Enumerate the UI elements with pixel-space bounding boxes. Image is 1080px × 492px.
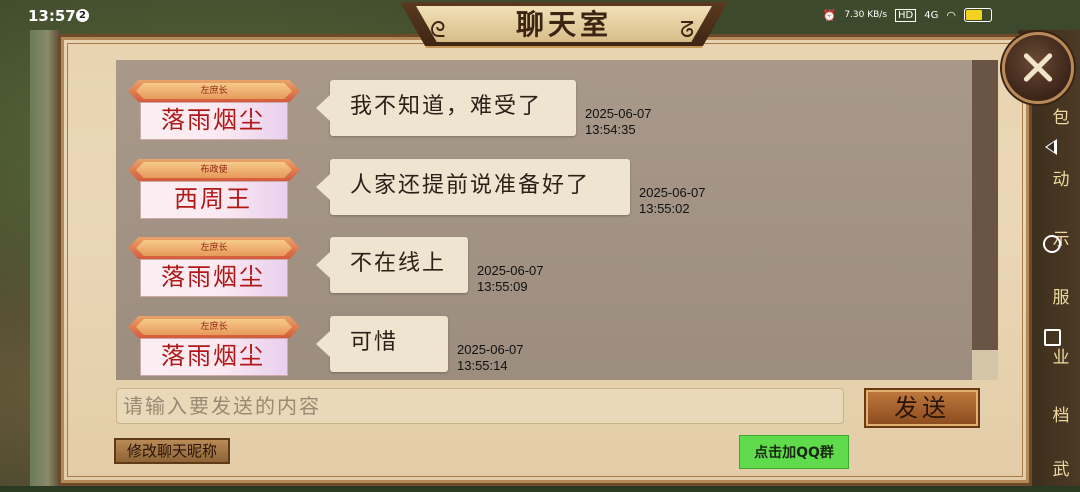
- sender-tag[interactable]: 左庶长 落雨烟尘: [128, 80, 300, 140]
- chat-message-list[interactable]: 左庶长 落雨烟尘 我不知道，难受了 2025-06-07 13:54:35 布政…: [116, 60, 998, 380]
- message-date: 2025-06-07: [639, 185, 706, 200]
- side-menu-item-4[interactable]: 服: [1046, 276, 1076, 320]
- message-time: 13:55:09: [477, 279, 528, 294]
- message-timestamp: 2025-06-07 13:55:02: [639, 185, 706, 217]
- message-time: 13:55:02: [639, 201, 690, 216]
- close-button[interactable]: [1002, 32, 1074, 104]
- chat-message: 左庶长 落雨烟尘 不在线上 2025-06-07 13:55:09: [116, 237, 986, 297]
- sender-rank: 左庶长: [200, 86, 228, 96]
- sender-rank: 布政使: [200, 165, 228, 175]
- side-menu-item-2[interactable]: 动: [1046, 158, 1076, 202]
- chat-message: 布政使 西周王 人家还提前说准备好了 2025-06-07 13:55:02: [116, 159, 986, 219]
- message-bubble: 可惜: [316, 316, 448, 372]
- message-text: 我不知道，难受了: [350, 94, 543, 119]
- wifi-icon: ◠: [946, 8, 956, 22]
- message-timestamp: 2025-06-07 13:54:35: [585, 106, 652, 138]
- rename-nickname-button[interactable]: 修改聊天昵称: [114, 438, 230, 464]
- chat-message-input[interactable]: [116, 388, 844, 424]
- sender-tag[interactable]: 左庶长 落雨烟尘: [128, 237, 300, 297]
- nav-recent-icon[interactable]: [1044, 329, 1061, 346]
- message-bubble: 人家还提前说准备好了: [316, 159, 630, 215]
- nav-home-icon[interactable]: [1043, 235, 1061, 253]
- message-date: 2025-06-07: [457, 342, 524, 357]
- message-time: 13:54:35: [585, 122, 636, 137]
- message-date: 2025-06-07: [585, 106, 652, 121]
- message-timestamp: 2025-06-07 13:55:09: [477, 263, 544, 295]
- message-text: 人家还提前说准备好了: [350, 173, 591, 198]
- join-qq-group-button[interactable]: 点击加QQ群: [739, 435, 849, 469]
- sender-name: 西周王: [174, 185, 252, 213]
- chat-scrollbar[interactable]: [972, 60, 998, 350]
- sender-name: 落雨烟尘: [161, 106, 265, 134]
- net-speed: 7.30 KB/s: [844, 10, 888, 20]
- side-menu-item-7[interactable]: 武: [1046, 448, 1076, 492]
- sender-name: 落雨烟尘: [161, 263, 265, 291]
- chat-message: 左庶长 落雨烟尘 我不知道，难受了 2025-06-07 13:54:35: [116, 80, 986, 140]
- side-menu-item-1[interactable]: 包: [1046, 96, 1076, 140]
- message-timestamp: 2025-06-07 13:55:14: [457, 342, 524, 374]
- notification-badge: 2: [76, 9, 89, 22]
- chat-scroll-track[interactable]: [972, 350, 998, 380]
- message-bubble: 我不知道，难受了: [316, 80, 576, 136]
- chat-message: 左庶长 落雨烟尘 可惜 2025-06-07 13:55:14: [116, 316, 986, 376]
- battery-icon: [964, 8, 992, 22]
- hd-icon: HD: [895, 8, 917, 22]
- status-icons: ⏰ 7.30 KB/s HD 4G ◠: [823, 8, 992, 22]
- sender-name: 落雨烟尘: [161, 342, 265, 370]
- dialog-title: 聊天室: [515, 8, 612, 41]
- map-edge-left: [30, 30, 60, 486]
- message-bubble: 不在线上: [316, 237, 468, 293]
- status-time: 13:57: [28, 7, 76, 25]
- sender-tag[interactable]: 左庶长 落雨烟尘: [128, 316, 300, 376]
- message-text: 可惜: [350, 330, 399, 355]
- message-time: 13:55:14: [457, 358, 508, 373]
- network-type: 4G: [924, 9, 939, 21]
- send-button[interactable]: 发送: [864, 388, 980, 428]
- sender-tag[interactable]: 布政使 西周王: [128, 159, 300, 219]
- sender-rank: 左庶长: [200, 322, 228, 332]
- message-text: 不在线上: [350, 251, 447, 276]
- sender-rank: 左庶长: [200, 243, 228, 253]
- nav-back-icon[interactable]: [1045, 139, 1057, 155]
- message-date: 2025-06-07: [477, 263, 544, 278]
- alarm-icon: ⏰: [822, 8, 837, 22]
- side-menu-item-6[interactable]: 档: [1046, 394, 1076, 438]
